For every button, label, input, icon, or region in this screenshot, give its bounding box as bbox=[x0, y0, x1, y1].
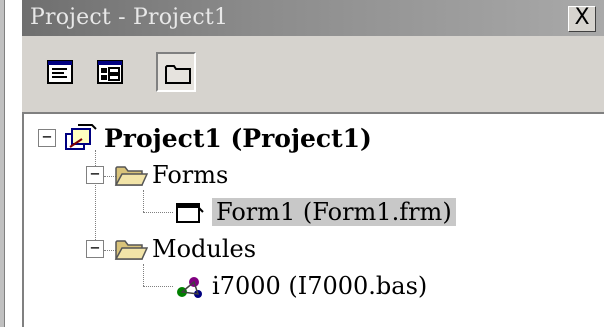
collapse-toggle[interactable]: − bbox=[86, 166, 104, 184]
window-title: Project - Project1 bbox=[30, 5, 229, 30]
tree-line bbox=[143, 212, 173, 213]
tree-line bbox=[143, 264, 144, 286]
tree-node-project[interactable]: − Project1 (Project1) bbox=[38, 123, 372, 153]
folder-icon bbox=[165, 65, 191, 84]
view-object-icon bbox=[97, 60, 123, 84]
folder-open-icon bbox=[114, 240, 148, 260]
tree-node-module-i7000[interactable]: i7000 (I7000.bas) bbox=[174, 272, 427, 300]
title-bar[interactable]: Project - Project1 X bbox=[22, 0, 604, 36]
toggle-folders-button[interactable] bbox=[156, 52, 196, 92]
form-icon bbox=[176, 203, 204, 223]
project-icon bbox=[65, 124, 97, 150]
view-code-icon bbox=[47, 60, 73, 84]
tree-line bbox=[143, 286, 173, 287]
tree-node-label: Project1 (Project1) bbox=[104, 123, 372, 153]
tree-node-label: Form1 (Form1.frm) bbox=[212, 198, 456, 226]
folder-open-icon bbox=[114, 166, 148, 186]
tree-node-form1[interactable]: Form1 (Form1.frm) bbox=[174, 198, 456, 226]
tree-line bbox=[143, 190, 144, 212]
toolbar bbox=[22, 36, 604, 112]
tree-node-label: Forms bbox=[152, 161, 229, 189]
module-icon bbox=[177, 277, 202, 298]
tree-node-forms-folder[interactable]: − Forms bbox=[86, 161, 228, 189]
view-code-button[interactable] bbox=[40, 52, 80, 92]
project-tree-panel: − Project1 (Project1) − Forms Form1 (For… bbox=[22, 112, 604, 327]
tree-node-label: i7000 (I7000.bas) bbox=[212, 272, 428, 300]
tree-node-modules-folder[interactable]: − Modules bbox=[86, 235, 256, 263]
tree-node-label: Modules bbox=[152, 235, 257, 263]
close-button[interactable]: X bbox=[568, 6, 596, 32]
collapse-toggle[interactable]: − bbox=[86, 240, 104, 258]
collapse-toggle[interactable]: − bbox=[38, 129, 56, 147]
view-object-button[interactable] bbox=[90, 52, 130, 92]
window-left-edge bbox=[0, 0, 5, 327]
